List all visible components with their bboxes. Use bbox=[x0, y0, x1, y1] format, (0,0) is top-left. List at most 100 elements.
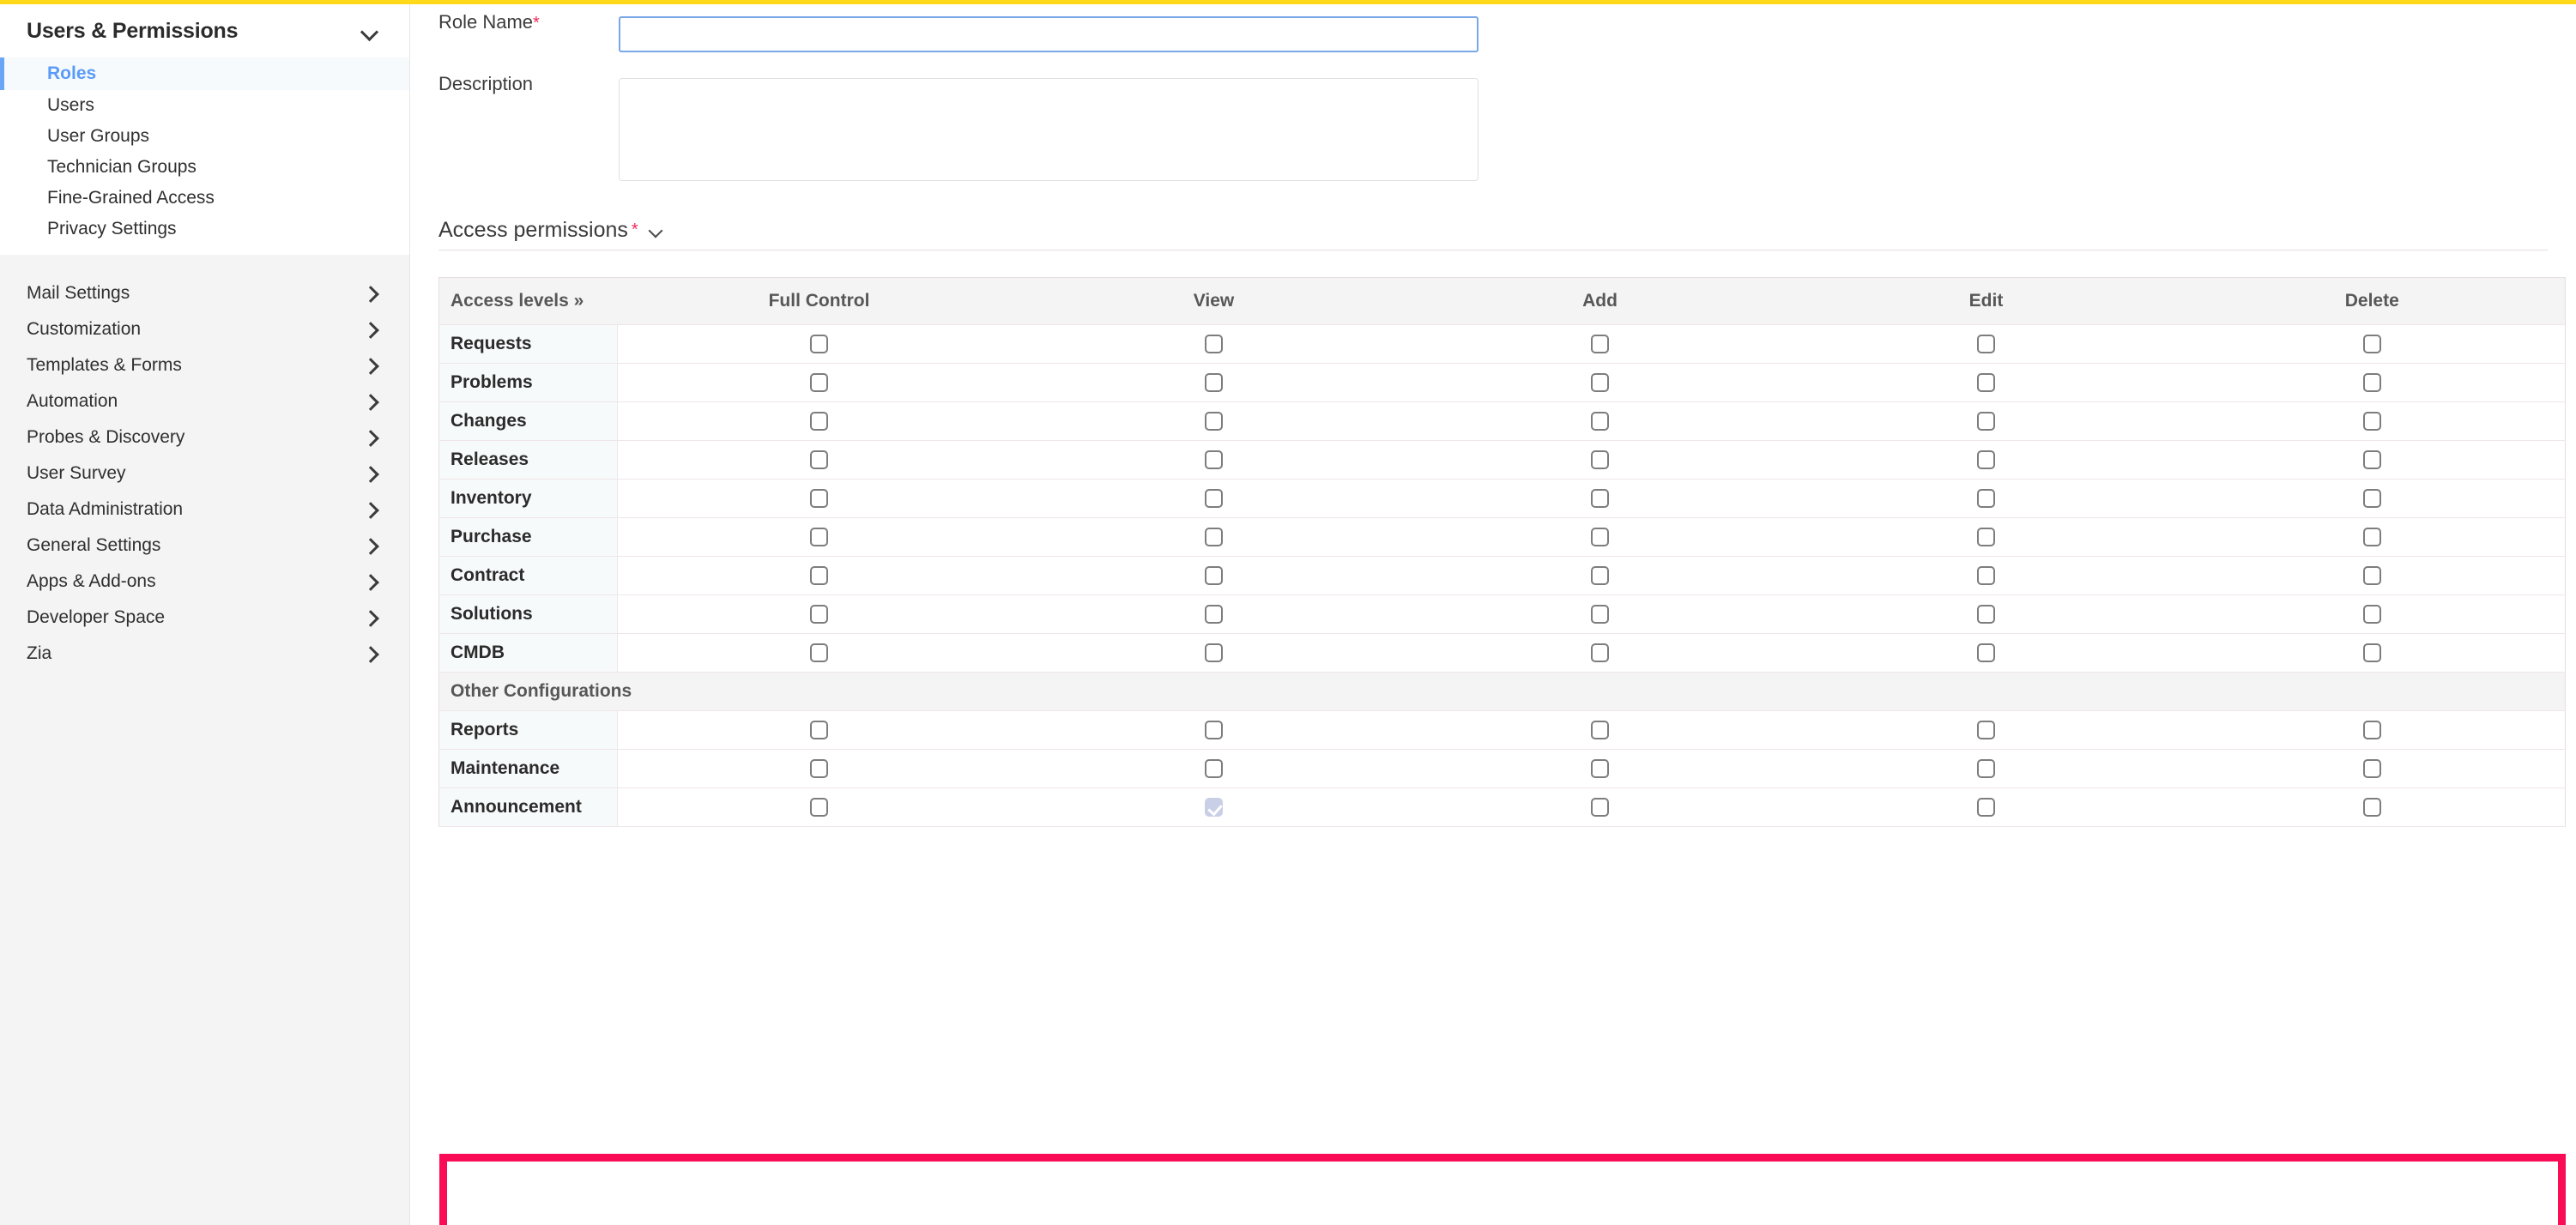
sidebar-group-developer-space[interactable]: Developer Space bbox=[0, 600, 409, 636]
checkbox-problems-delete[interactable] bbox=[2362, 373, 2381, 392]
checkbox-inventory-add[interactable] bbox=[1591, 489, 1609, 508]
checkbox-problems-view[interactable] bbox=[1205, 373, 1223, 392]
checkbox-announcement-view[interactable] bbox=[1205, 798, 1223, 817]
sidebar-item-privacy-settings[interactable]: Privacy Settings bbox=[0, 214, 409, 244]
checkbox-cmdb-edit[interactable] bbox=[1977, 643, 1995, 662]
checkbox-contract-view[interactable] bbox=[1205, 566, 1223, 585]
sidebar-group-user-survey[interactable]: User Survey bbox=[0, 456, 409, 492]
checkbox-releases-view[interactable] bbox=[1205, 450, 1223, 469]
checkbox-changes-view[interactable] bbox=[1205, 412, 1223, 431]
checkbox-inventory-edit[interactable] bbox=[1977, 489, 1995, 508]
chevron-right-icon bbox=[365, 648, 377, 660]
checkbox-maintenance-full-control[interactable] bbox=[810, 759, 829, 778]
checkbox-releases-add[interactable] bbox=[1591, 450, 1609, 469]
cell-problems-edit bbox=[1793, 363, 2180, 402]
checkbox-contract-edit[interactable] bbox=[1977, 566, 1995, 585]
checkbox-cmdb-view[interactable] bbox=[1205, 643, 1223, 662]
checkbox-inventory-delete[interactable] bbox=[2362, 489, 2381, 508]
checkbox-requests-delete[interactable] bbox=[2362, 335, 2381, 353]
checkbox-changes-full-control[interactable] bbox=[810, 412, 829, 431]
checkbox-announcement-add[interactable] bbox=[1591, 798, 1609, 817]
cell-changes-view bbox=[1020, 401, 1407, 441]
cell-cmdb-delete bbox=[2179, 633, 2566, 673]
sidebar-group-label: Mail Settings bbox=[27, 283, 130, 303]
table-row: Changes bbox=[438, 401, 2566, 441]
cell-reports-full-control bbox=[617, 710, 1021, 750]
checkbox-problems-edit[interactable] bbox=[1977, 373, 1995, 392]
checkbox-problems-full-control[interactable] bbox=[810, 373, 829, 392]
checkbox-maintenance-delete[interactable] bbox=[2362, 759, 2381, 778]
checkbox-announcement-edit[interactable] bbox=[1977, 798, 1995, 817]
checkbox-announcement-full-control[interactable] bbox=[810, 798, 829, 817]
column-header-access-levels[interactable]: Access levels » bbox=[438, 277, 618, 325]
sidebar-section-users-permissions[interactable]: Users & Permissions bbox=[0, 4, 409, 57]
sidebar-item-user-groups[interactable]: User Groups bbox=[0, 121, 409, 152]
sidebar-group-automation[interactable]: Automation bbox=[0, 383, 409, 419]
checkbox-cmdb-full-control[interactable] bbox=[810, 643, 829, 662]
checkbox-announcement-delete[interactable] bbox=[2362, 798, 2381, 817]
checkbox-releases-full-control[interactable] bbox=[810, 450, 829, 469]
sidebar-group-apps-add-ons[interactable]: Apps & Add-ons bbox=[0, 564, 409, 600]
checkbox-inventory-full-control[interactable] bbox=[810, 489, 829, 508]
checkbox-requests-edit[interactable] bbox=[1977, 335, 1995, 353]
sidebar-group-probes-discovery[interactable]: Probes & Discovery bbox=[0, 419, 409, 456]
checkbox-changes-add[interactable] bbox=[1591, 412, 1609, 431]
checkbox-cmdb-delete[interactable] bbox=[2362, 643, 2381, 662]
sidebar-item-technician-groups[interactable]: Technician Groups bbox=[0, 152, 409, 183]
table-row: Purchase bbox=[438, 517, 2566, 557]
sidebar-group-data-administration[interactable]: Data Administration bbox=[0, 492, 409, 528]
sidebar-item-fine-grained-access[interactable]: Fine-Grained Access bbox=[0, 183, 409, 214]
checkbox-reports-view[interactable] bbox=[1205, 721, 1223, 739]
cell-releases-view bbox=[1020, 440, 1407, 480]
checkbox-inventory-view[interactable] bbox=[1205, 489, 1223, 508]
chevron-down-icon[interactable] bbox=[361, 26, 378, 36]
checkbox-releases-delete[interactable] bbox=[2362, 450, 2381, 469]
checkbox-purchase-full-control[interactable] bbox=[810, 528, 829, 546]
checkbox-releases-edit[interactable] bbox=[1977, 450, 1995, 469]
role-name-input[interactable] bbox=[619, 16, 1478, 52]
checkbox-solutions-full-control[interactable] bbox=[810, 605, 829, 624]
checkbox-solutions-view[interactable] bbox=[1205, 605, 1223, 624]
checkbox-purchase-delete[interactable] bbox=[2362, 528, 2381, 546]
checkbox-maintenance-add[interactable] bbox=[1591, 759, 1609, 778]
checkbox-requests-view[interactable] bbox=[1205, 335, 1223, 353]
sidebar-item-users[interactable]: Users bbox=[0, 90, 409, 121]
cell-maintenance-full-control bbox=[617, 749, 1021, 788]
checkbox-purchase-view[interactable] bbox=[1205, 528, 1223, 546]
checkbox-contract-delete[interactable] bbox=[2362, 566, 2381, 585]
checkbox-reports-add[interactable] bbox=[1591, 721, 1609, 739]
checkbox-solutions-add[interactable] bbox=[1591, 605, 1609, 624]
checkbox-requests-add[interactable] bbox=[1591, 335, 1609, 353]
checkbox-reports-delete[interactable] bbox=[2362, 721, 2381, 739]
description-textarea[interactable] bbox=[619, 78, 1478, 181]
checkbox-maintenance-edit[interactable] bbox=[1977, 759, 1995, 778]
cell-releases-delete bbox=[2179, 440, 2566, 480]
checkbox-purchase-add[interactable] bbox=[1591, 528, 1609, 546]
sidebar-item-roles[interactable]: Roles bbox=[0, 57, 409, 90]
checkbox-cmdb-add[interactable] bbox=[1591, 643, 1609, 662]
checkbox-solutions-edit[interactable] bbox=[1977, 605, 1995, 624]
checkbox-reports-full-control[interactable] bbox=[810, 721, 829, 739]
chevron-down-icon[interactable] bbox=[649, 226, 664, 235]
access-permissions-header[interactable]: Access permissions * bbox=[438, 218, 2576, 243]
sidebar-group-mail-settings[interactable]: Mail Settings bbox=[0, 275, 409, 311]
checkbox-contract-add[interactable] bbox=[1591, 566, 1609, 585]
sidebar-group-label: Automation bbox=[27, 391, 118, 411]
checkbox-contract-full-control[interactable] bbox=[810, 566, 829, 585]
chevron-right-icon bbox=[365, 287, 377, 299]
sidebar-group-templates-forms[interactable]: Templates & Forms bbox=[0, 347, 409, 383]
checkbox-purchase-edit[interactable] bbox=[1977, 528, 1995, 546]
checkbox-solutions-delete[interactable] bbox=[2362, 605, 2381, 624]
sidebar-group-customization[interactable]: Customization bbox=[0, 311, 409, 347]
sidebar-group-label: User Survey bbox=[27, 463, 126, 483]
cell-maintenance-view bbox=[1020, 749, 1407, 788]
checkbox-changes-delete[interactable] bbox=[2362, 412, 2381, 431]
sidebar-group-general-settings[interactable]: General Settings bbox=[0, 528, 409, 564]
checkbox-changes-edit[interactable] bbox=[1977, 412, 1995, 431]
cell-changes-delete bbox=[2179, 401, 2566, 441]
checkbox-maintenance-view[interactable] bbox=[1205, 759, 1223, 778]
checkbox-problems-add[interactable] bbox=[1591, 373, 1609, 392]
sidebar-group-zia[interactable]: Zia bbox=[0, 636, 409, 672]
checkbox-requests-full-control[interactable] bbox=[810, 335, 829, 353]
checkbox-reports-edit[interactable] bbox=[1977, 721, 1995, 739]
